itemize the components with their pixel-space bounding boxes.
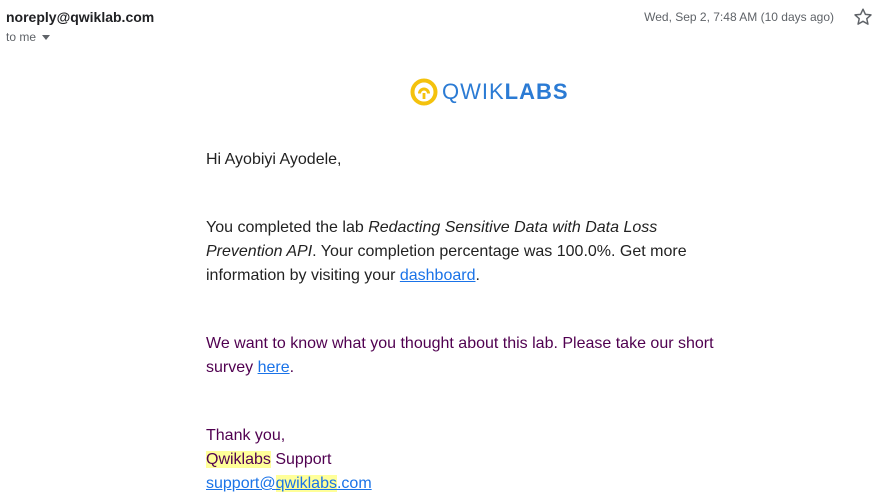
email-view: noreply@qwiklab.com to me Wed, Sep 2, 7:… <box>0 0 877 495</box>
qwiklabs-mark-icon <box>410 78 438 106</box>
logo-wordmark: QWIKLABS <box>442 79 569 104</box>
dashboard-link[interactable]: dashboard <box>400 267 476 284</box>
email-timestamp: Wed, Sep 2, 7:48 AM (10 days ago) <box>644 10 834 24</box>
recipient-label: to me <box>6 30 37 44</box>
survey-link[interactable]: here <box>258 359 290 376</box>
signature: Qwiklabs Support <box>206 451 332 468</box>
star-icon[interactable] <box>852 6 874 28</box>
chevron-down-icon[interactable] <box>42 35 51 40</box>
greeting-text: Hi Ayobiyi Ayodele, <box>206 151 342 168</box>
support-email-link[interactable]: support@qwiklabs.com <box>206 475 372 492</box>
qwiklabs-logo: QWIKLABS <box>410 78 569 106</box>
survey-paragraph: We want to know what you thought about t… <box>206 335 714 376</box>
thank-you-text: Thank you, <box>206 427 286 444</box>
recipient-details-toggle[interactable]: to me <box>6 30 51 44</box>
signoff: Thank you, Qwiklabs Support support@qwik… <box>206 424 736 495</box>
sender-address[interactable]: noreply@qwiklab.com <box>6 9 154 25</box>
completion-paragraph: You completed the lab Redacting Sensitiv… <box>206 219 687 284</box>
email-body: Hi Ayobiyi Ayodele, You completed the la… <box>206 148 736 495</box>
